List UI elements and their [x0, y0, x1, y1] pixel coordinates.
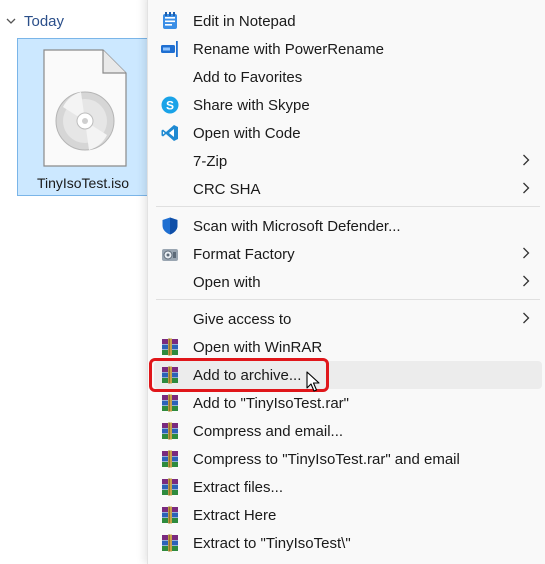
svg-text:S: S [166, 99, 174, 113]
skype-icon: S [161, 96, 179, 114]
group-label: Today [24, 12, 65, 30]
menu-item-7zip[interactable]: 7-Zip [154, 147, 542, 175]
menu-item-extract-here[interactable]: Extract Here [154, 501, 542, 529]
menu-item-open-with-winrar[interactable]: Open with WinRAR [154, 333, 542, 361]
file-item-selected[interactable]: TinyIsoTest.iso [17, 38, 149, 196]
menu-item-label: Scan with Microsoft Defender... [193, 217, 401, 235]
menu-item-label: Compress and email... [193, 422, 344, 440]
winrar-icon [161, 394, 179, 412]
menu-item-label: Edit in Notepad [193, 12, 296, 30]
format-factory-icon [161, 245, 179, 263]
powerrename-icon [161, 40, 179, 58]
winrar-icon [161, 534, 179, 552]
menu-item-label: Format Factory [193, 245, 295, 263]
menu-item-crc-sha[interactable]: CRC SHA [154, 175, 542, 203]
mouse-pointer-icon [306, 371, 320, 392]
menu-item-scan-with-defender[interactable]: Scan with Microsoft Defender... [154, 212, 542, 240]
menu-item-label: Add to Favorites [193, 68, 303, 86]
group-header-today[interactable]: Today [6, 10, 64, 32]
defender-shield-icon [161, 217, 179, 235]
winrar-icon [161, 450, 179, 468]
menu-item-format-factory[interactable]: Format Factory [154, 240, 542, 268]
menu-item-label: CRC SHA [193, 180, 261, 198]
disc-image-file-icon [43, 49, 127, 167]
chevron-right-icon [523, 312, 530, 324]
menu-item-compress-and-email[interactable]: Compress and email... [154, 417, 542, 445]
chevron-right-icon [523, 182, 530, 194]
menu-item-label: Add to "TinyIsoTest.rar" [193, 394, 349, 412]
menu-item-rename-with-powerrename[interactable]: Rename with PowerRename [154, 35, 542, 63]
context-menu: Edit in Notepad Rename with PowerRename … [147, 0, 545, 564]
menu-item-compress-to-rar-and-email[interactable]: Compress to "TinyIsoTest.rar" and email [154, 445, 542, 473]
highlight-annotation-box [149, 358, 329, 392]
menu-separator [156, 299, 540, 300]
menu-item-label: Share with Skype [193, 96, 310, 114]
file-name-label: TinyIsoTest.iso [36, 175, 130, 191]
menu-item-label: Give access to [193, 310, 292, 328]
menu-item-label: Compress to "TinyIsoTest.rar" and email [193, 450, 460, 468]
winrar-icon [161, 506, 179, 524]
menu-item-open-with[interactable]: Open with [154, 268, 542, 296]
chevron-right-icon [523, 275, 530, 287]
chevron-right-icon [523, 247, 530, 259]
menu-item-label: Extract Here [193, 506, 277, 524]
menu-item-label: 7-Zip [193, 152, 228, 170]
menu-item-label: Rename with PowerRename [193, 40, 384, 58]
winrar-icon [161, 422, 179, 440]
menu-item-label: Extract files... [193, 478, 284, 496]
vscode-icon [161, 124, 179, 142]
chevron-down-icon [6, 18, 16, 24]
menu-item-add-to-favorites[interactable]: Add to Favorites [154, 63, 542, 91]
menu-item-share-with-skype[interactable]: S Share with Skype [154, 91, 542, 119]
menu-item-extract-to-folder[interactable]: Extract to "TinyIsoTest\" [154, 529, 542, 557]
winrar-icon [161, 338, 179, 356]
menu-item-give-access-to[interactable]: Give access to [154, 305, 542, 333]
menu-separator [156, 206, 540, 207]
menu-item-open-with-code[interactable]: Open with Code [154, 119, 542, 147]
menu-item-label: Open with [193, 273, 261, 291]
menu-item-extract-files[interactable]: Extract files... [154, 473, 542, 501]
menu-item-label: Open with WinRAR [193, 338, 323, 356]
menu-item-add-to-rar[interactable]: Add to "TinyIsoTest.rar" [154, 389, 542, 417]
menu-item-edit-in-notepad[interactable]: Edit in Notepad [154, 7, 542, 35]
menu-item-label: Extract to "TinyIsoTest\" [193, 534, 351, 552]
notepad-icon [161, 12, 179, 30]
winrar-icon [161, 478, 179, 496]
menu-item-label: Open with Code [193, 124, 301, 142]
chevron-right-icon [523, 154, 530, 166]
